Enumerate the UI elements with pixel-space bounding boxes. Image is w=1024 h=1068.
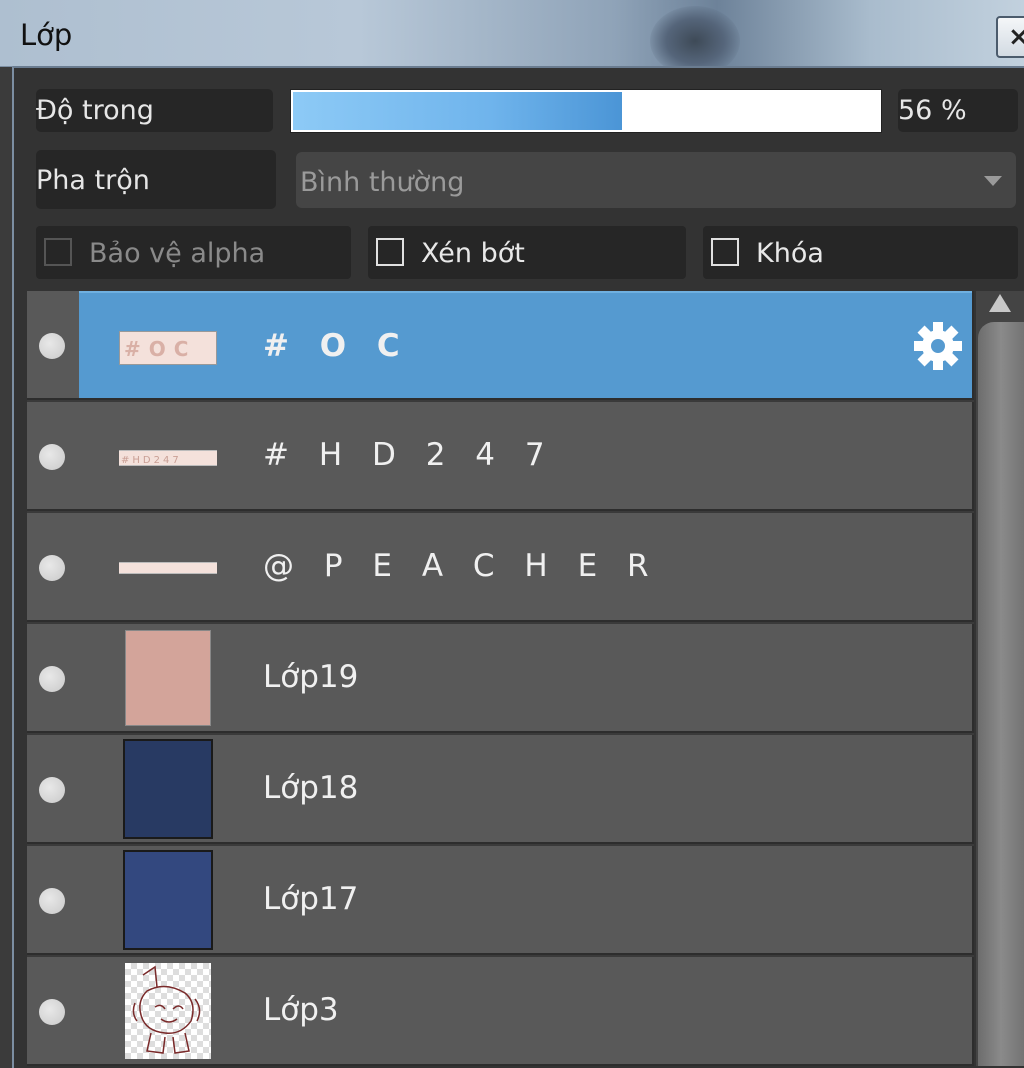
checkbox-box	[376, 238, 404, 266]
opacity-value[interactable]: 56 %	[898, 89, 1018, 132]
layer-thumbnail	[119, 562, 217, 574]
protect-alpha-checkbox[interactable]: Bảo vệ alpha	[36, 226, 351, 279]
blend-mode-value: Bình thường	[300, 167, 465, 198]
visibility-dot-icon	[39, 444, 65, 470]
window-title: Lớp	[20, 18, 73, 52]
clipping-checkbox[interactable]: Xén bớt	[368, 226, 686, 279]
layer-row-hd247[interactable]: #HD247 # H D 2 4 7	[27, 402, 974, 511]
layer-name: # H D 2 4 7	[263, 437, 555, 473]
chevron-down-icon	[984, 176, 1002, 186]
opacity-slider-fill	[293, 92, 622, 130]
layer-content: #HD247 # H D 2 4 7	[79, 402, 972, 509]
thumbnail-text-icon: #HD247	[121, 455, 182, 466]
lock-label: Khóa	[756, 238, 824, 269]
layer-thumbnail	[125, 630, 211, 726]
visibility-toggle[interactable]	[27, 291, 79, 398]
scroll-up-arrow-icon[interactable]	[989, 294, 1011, 312]
visibility-toggle[interactable]	[27, 957, 79, 1064]
layer-name: Lớp17	[263, 881, 359, 917]
layer-content: Lớp3	[79, 957, 972, 1064]
thumbnail-text-icon: #OC	[124, 337, 196, 361]
checkbox-box	[711, 238, 739, 266]
visibility-dot-icon	[39, 777, 65, 803]
blend-mode-label: Pha trộn	[36, 150, 276, 209]
gear-icon[interactable]	[912, 320, 964, 372]
opacity-slider[interactable]	[290, 89, 882, 133]
opacity-label: Độ trong	[36, 89, 273, 132]
layer-row-lop3[interactable]: Lớp3	[27, 957, 974, 1066]
visibility-dot-icon	[39, 666, 65, 692]
checkbox-box	[44, 238, 72, 266]
layer-name: Lớp19	[263, 659, 359, 695]
visibility-dot-icon	[39, 888, 65, 914]
layer-content: Lớp18	[79, 735, 972, 842]
sketch-thumbnail-icon	[132, 965, 201, 1054]
window-titlebar: Lớp ×	[0, 0, 1024, 76]
layer-name: Lớp18	[263, 770, 359, 806]
layer-thumbnail: #HD247	[119, 450, 217, 466]
clipping-label: Xén bớt	[421, 238, 525, 269]
visibility-toggle[interactable]	[27, 846, 79, 953]
visibility-toggle[interactable]	[27, 735, 79, 842]
visibility-dot-icon	[39, 333, 65, 359]
layer-thumbnail	[123, 850, 213, 950]
protect-alpha-label: Bảo vệ alpha	[89, 238, 266, 269]
layer-content: @ P E A C H E R	[79, 513, 972, 620]
blend-mode-label-text: Pha trộn	[36, 165, 150, 196]
lock-checkbox[interactable]: Khóa	[703, 226, 1018, 279]
visibility-toggle[interactable]	[27, 513, 79, 620]
layer-content: Lớp17	[79, 846, 972, 953]
layer-row-lop19[interactable]: Lớp19	[27, 624, 974, 733]
layer-thumbnail	[123, 739, 213, 839]
layer-name: @ P E A C H E R	[263, 548, 659, 584]
close-button[interactable]: ×	[996, 16, 1024, 58]
layer-list: #OC # O C #HD247 # H D 2 4 7 @ P E A C H…	[27, 291, 974, 1066]
layer-content: Lớp19	[79, 624, 972, 731]
layer-row-lop18[interactable]: Lớp18	[27, 735, 974, 844]
layer-thumbnail: #OC	[119, 331, 217, 365]
layer-name: Lớp3	[263, 992, 339, 1028]
layer-name: # O C	[263, 328, 410, 364]
layer-thumbnail	[125, 963, 211, 1059]
layer-row-peacher[interactable]: @ P E A C H E R	[27, 513, 974, 622]
visibility-dot-icon	[39, 555, 65, 581]
svg-text:#OC: #OC	[124, 337, 196, 361]
visibility-dot-icon	[39, 999, 65, 1025]
opacity-label-text: Độ trong	[36, 95, 154, 126]
visibility-toggle[interactable]	[27, 624, 79, 731]
svg-text:#HD247: #HD247	[121, 455, 182, 466]
visibility-toggle[interactable]	[27, 402, 79, 509]
layer-row-lop17[interactable]: Lớp17	[27, 846, 974, 955]
layer-row-oc[interactable]: #OC # O C	[27, 291, 974, 400]
blend-mode-select[interactable]: Bình thường	[296, 152, 1016, 208]
scrollbar-thumb[interactable]	[978, 322, 1024, 1066]
layer-content: #OC # O C	[79, 291, 972, 398]
